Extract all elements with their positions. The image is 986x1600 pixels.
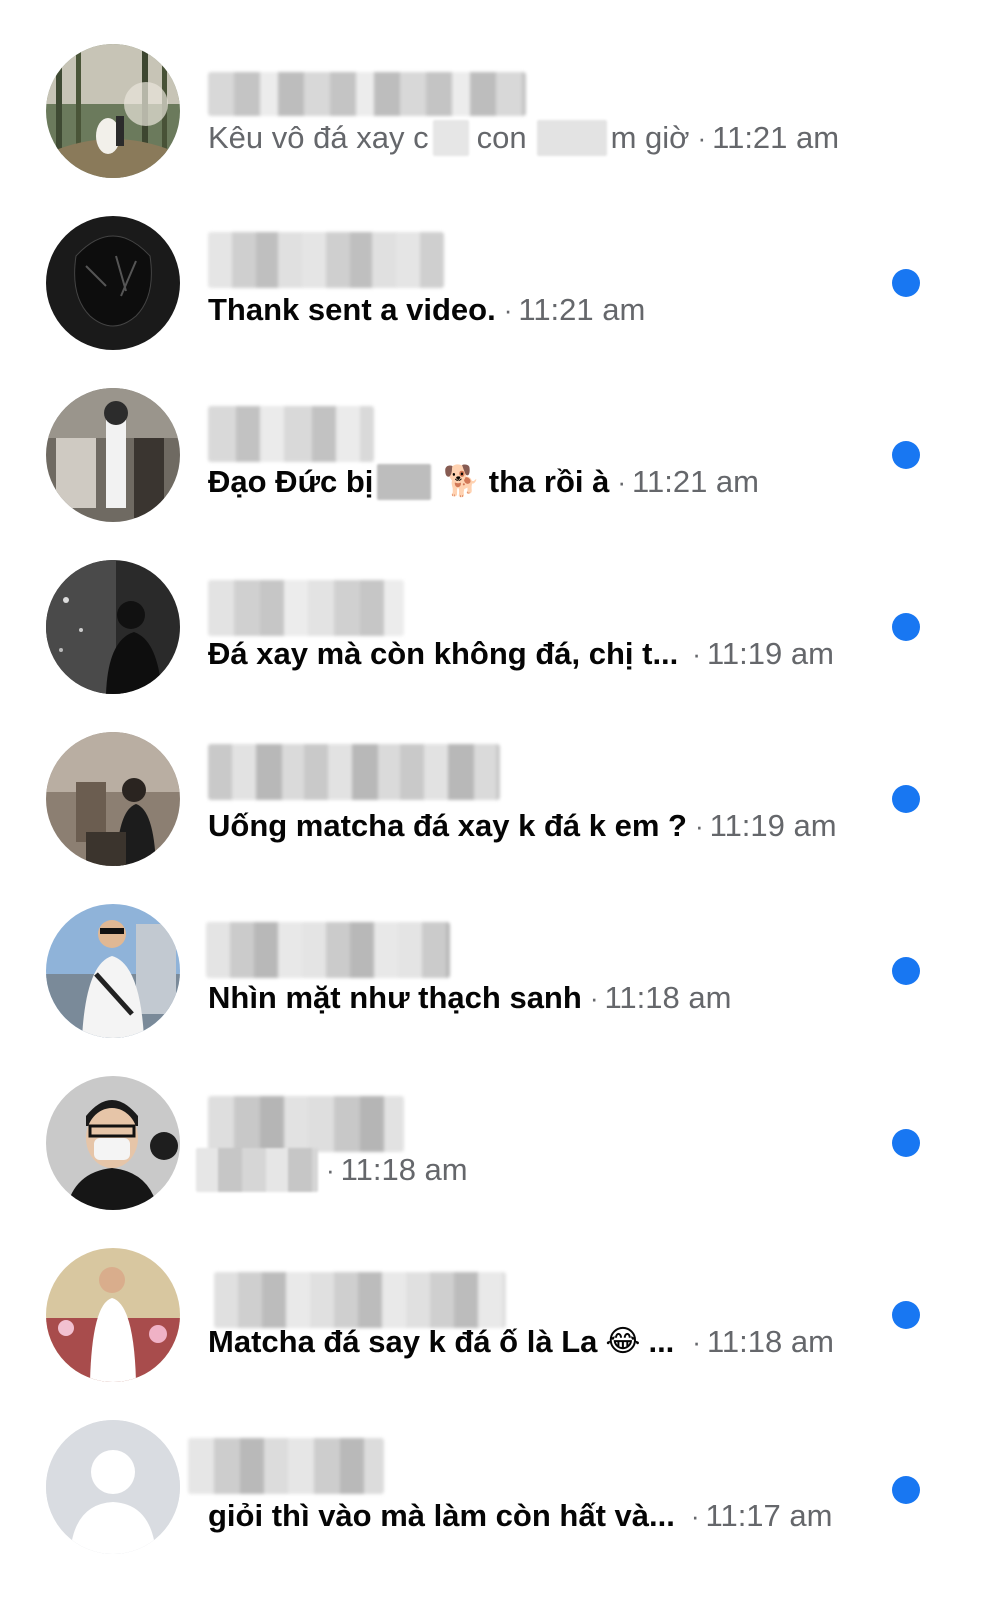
message-preview: · 11:18 am [196,1148,468,1192]
conversation-row[interactable]: Kêu vô đá xay c con m giờ · 11:21 am [0,0,986,178]
avatar[interactable] [46,1248,180,1382]
avatar[interactable] [46,560,180,694]
avatar[interactable] [46,1076,180,1210]
redacted-text [536,120,607,156]
default-avatar[interactable] [46,1420,180,1554]
separator-dot: · [692,1327,701,1357]
unread-indicator [892,441,920,469]
message-preview: Nhìn mặt như thạch sanh · 11:18 am [208,978,731,1018]
contact-name-blurred [188,1438,384,1494]
contact-name-blurred [208,232,444,288]
redacted-text [377,464,432,500]
unread-indicator [892,1476,920,1504]
conversation-row[interactable]: Matcha đá say k đá ố là La 😂 ... · 11:18… [0,1204,986,1382]
conversation-row[interactable]: · 11:18 am [0,1032,986,1210]
redacted-text [196,1148,318,1192]
contact-name-blurred [208,1096,404,1152]
separator-dot: · [503,295,513,325]
message-text: ... [648,1324,675,1359]
unread-indicator [892,1129,920,1157]
unread-indicator [892,613,920,641]
message-preview: Đạo Đức bị 🐕 tha rồi à · 11:21 am [208,462,759,502]
timestamp: 11:19 am [709,808,837,843]
timestamp: 11:18 am [706,1324,834,1359]
message-text: giỏi thì vào mà làm còn hất và... [208,1498,675,1533]
message-text: Uống matcha đá xay k đá k em ? [208,808,687,843]
contact-name-blurred [208,744,500,800]
timestamp: 11:18 am [340,1152,468,1187]
unread-indicator [892,1301,920,1329]
conversation-row[interactable]: Uống matcha đá xay k đá k em ? · 11:19 a… [0,688,986,866]
timestamp: 11:21 am [632,464,759,499]
timestamp: 11:19 am [706,636,834,671]
unread-indicator [892,957,920,985]
message-text: Matcha đá say k đá ố là La [208,1324,598,1359]
conversation-row[interactable]: Thank sent a video. · 11:21 am [0,172,986,350]
message-preview: Matcha đá say k đá ố là La 😂 ... · 11:18… [208,1322,834,1362]
unread-indicator [892,785,920,813]
unread-indicator [892,269,920,297]
message-preview: Thank sent a video. · 11:21 am [208,290,645,330]
message-preview: Đá xay mà còn không đá, chị t... · 11:19… [208,634,834,674]
message-preview: Kêu vô đá xay c con m giờ · 11:21 am [208,118,839,158]
separator-dot: · [690,1501,700,1531]
contact-name-blurred [208,406,374,462]
avatar[interactable] [46,904,180,1038]
timestamp: 11:21 am [518,292,646,327]
separator-dot: · [697,123,707,153]
avatar[interactable] [46,44,180,178]
contact-name-blurred [208,580,404,636]
conversation-row[interactable]: Đạo Đức bị 🐕 tha rồi à · 11:21 am [0,344,986,522]
message-text: Nhìn mặt như thạch sanh [208,980,582,1015]
message-text: m giờ [610,120,690,155]
avatar[interactable] [46,216,180,350]
avatar[interactable] [46,732,180,866]
timestamp: 11:17 am [705,1498,833,1533]
separator-dot: · [589,983,599,1013]
contact-name-blurred [214,1272,506,1328]
message-text: con [476,120,527,155]
message-text: Kêu vô đá xay c [208,120,429,155]
message-text: tha rồi à [488,464,610,499]
message-preview: giỏi thì vào mà làm còn hất và... · 11:1… [208,1496,832,1536]
separator-dot: · [326,1155,335,1185]
conversation-row[interactable]: Nhìn mặt như thạch sanh · 11:18 am [0,860,986,1038]
avatar[interactable] [46,388,180,522]
conversation-list: Kêu vô đá xay c con m giờ · 11:21 am Tha… [0,0,986,1600]
message-text: Đạo Đức bị [208,464,374,499]
timestamp: 11:21 am [712,120,840,155]
dog-emoji: 🐕 [443,465,481,498]
contact-name-blurred [206,922,450,978]
laughing-emoji: 😂 [605,1325,641,1358]
separator-dot: · [694,811,704,841]
contact-name-blurred [208,72,526,116]
redacted-text [432,120,469,156]
timestamp: 11:18 am [604,980,732,1015]
message-text: Thank sent a video. [208,292,496,327]
conversation-row[interactable]: giỏi thì vào mà làm còn hất và... · 11:1… [0,1376,986,1554]
separator-dot: · [617,467,627,497]
message-text: Đá xay mà còn không đá, chị t... [208,636,679,671]
conversation-row[interactable]: Đá xay mà còn không đá, chị t... · 11:19… [0,516,986,694]
separator-dot: · [692,639,701,669]
message-preview: Uống matcha đá xay k đá k em ? · 11:19 a… [208,806,837,846]
